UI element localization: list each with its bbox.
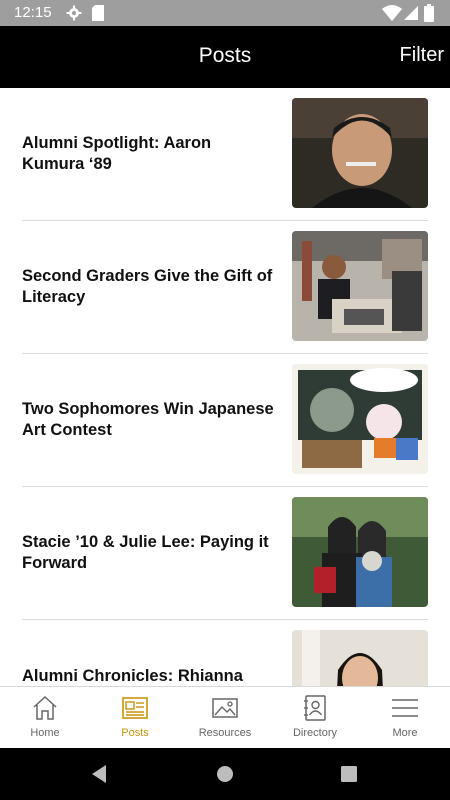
home-button-icon[interactable] bbox=[216, 764, 234, 784]
post-item[interactable]: Stacie ’10 & Julie Lee: Paying it Forwar… bbox=[22, 487, 428, 620]
tab-label: Home bbox=[30, 727, 60, 739]
post-title: Second Graders Give the Gift of Literacy bbox=[22, 267, 273, 306]
tab-label: More bbox=[392, 727, 418, 739]
tab-label: Posts bbox=[121, 727, 149, 739]
post-thumbnail bbox=[292, 231, 428, 341]
posts-icon bbox=[122, 697, 148, 719]
filter-button[interactable]: Filter bbox=[400, 44, 444, 67]
home-icon bbox=[33, 695, 57, 720]
post-thumbnail bbox=[292, 98, 428, 208]
signal-icon bbox=[404, 6, 418, 20]
recents-icon[interactable] bbox=[340, 764, 358, 784]
bottom-tab-bar: Home Posts Resources Directory More bbox=[0, 686, 450, 749]
post-title: Alumni Spotlight: Aaron Kumura ‘89 bbox=[22, 134, 212, 173]
post-thumbnail bbox=[292, 497, 428, 607]
status-bar: 12:15 bbox=[0, 0, 450, 26]
posts-feed[interactable]: Alumni Spotlight: Aaron Kumura ‘89 Secon… bbox=[0, 88, 450, 686]
post-item[interactable]: Two Sophomores Win Japanese Art Contest bbox=[22, 354, 428, 487]
tab-directory[interactable]: Directory bbox=[270, 687, 360, 749]
system-nav-bar bbox=[0, 748, 450, 800]
post-item[interactable]: Second Graders Give the Gift of Literacy bbox=[22, 221, 428, 354]
app-bar: Posts Filter bbox=[0, 26, 450, 88]
post-thumbnail bbox=[292, 364, 428, 474]
tab-more[interactable]: More bbox=[360, 687, 450, 749]
battery-icon bbox=[424, 4, 434, 22]
tab-label: Resources bbox=[198, 727, 252, 739]
gear-icon bbox=[66, 5, 82, 21]
page-title: Posts bbox=[198, 44, 252, 67]
wifi-icon bbox=[382, 5, 402, 21]
menu-icon bbox=[392, 699, 418, 717]
back-icon[interactable] bbox=[90, 764, 108, 784]
post-title: Alumni Chronicles: Rhianna bbox=[22, 667, 243, 685]
post-item[interactable]: Alumni Chronicles: Rhianna bbox=[22, 620, 428, 686]
post-title: Two Sophomores Win Japanese Art Contest bbox=[22, 400, 274, 439]
post-title: Stacie ’10 & Julie Lee: Paying it Forwar… bbox=[22, 533, 269, 572]
tab-posts[interactable]: Posts bbox=[90, 687, 180, 749]
tab-label: Directory bbox=[292, 727, 337, 739]
post-thumbnail bbox=[292, 630, 428, 686]
sd-card-icon bbox=[92, 5, 104, 21]
directory-icon bbox=[304, 695, 326, 721]
tab-home[interactable]: Home bbox=[0, 687, 90, 749]
image-icon bbox=[212, 698, 238, 718]
tab-resources[interactable]: Resources bbox=[180, 687, 270, 749]
post-item[interactable]: Alumni Spotlight: Aaron Kumura ‘89 bbox=[22, 88, 428, 221]
status-time: 12:15 bbox=[14, 4, 52, 21]
